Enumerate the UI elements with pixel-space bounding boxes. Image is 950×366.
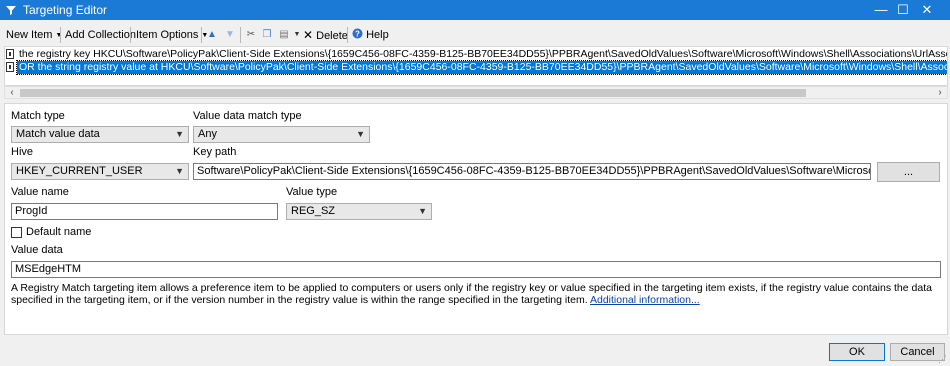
ok-button[interactable]: OK [829,343,885,361]
tree-item-selected[interactable]: OR the string registry value at HKCU\Sof… [5,60,947,75]
move-up-icon[interactable]: ▲ [206,29,218,41]
value-data-match-type-label: Value data match type [193,110,302,122]
resize-grip-icon[interactable]: ⋰ [938,354,948,364]
chevron-down-icon: ▼ [175,166,184,176]
tree-item-label: OR the string registry value at HKCU\Sof… [16,60,947,75]
item-options-label: Item Options [136,29,199,41]
scrollbar-thumb[interactable] [20,89,806,97]
additional-information-link[interactable]: Additional information... [590,294,700,306]
copy-icon[interactable]: ❐ [261,29,273,41]
toolbar-divider [347,27,348,43]
delete-button[interactable]: ✕ Delete [303,27,348,43]
value-data-match-type-value: Any [198,128,217,140]
scroll-left-icon[interactable]: ‹ [6,87,18,99]
hive-value: HKEY_CURRENT_USER [16,165,143,177]
key-path-label: Key path [193,146,237,158]
value-data-input[interactable]: MSEdgeHTM [11,261,941,278]
toolbar: New Item ▼ Add Collection Item Options ▼ ▲… [0,24,950,46]
browse-button[interactable]: ... [877,162,940,182]
scroll-right-icon[interactable]: › [934,87,946,99]
value-data-match-type-select[interactable]: Any ▼ [193,126,370,143]
toolbar-divider [60,27,61,43]
toolbar-divider [130,27,131,43]
add-collection-button[interactable]: Add Collection [65,27,136,43]
default-name-label: Default name [26,226,92,238]
cancel-button[interactable]: Cancel [890,343,945,361]
help-button[interactable]: ? Help [352,27,389,43]
horizontal-scrollbar[interactable]: ‹ › [4,86,948,99]
move-down-icon[interactable]: ▼ [224,29,236,41]
registry-item-icon [6,49,14,59]
filter-icon [6,6,16,15]
value-type-select[interactable]: REG_SZ ▼ [286,203,432,220]
chevron-down-icon: ▼ [55,32,63,39]
value-name-input[interactable]: ProgId [11,203,278,220]
cut-icon[interactable]: ✂ [245,29,257,41]
value-data-label: Value data [11,244,63,256]
default-name-checkbox[interactable] [11,227,22,238]
title-bar: Targeting Editor — ☐ ✕ [0,0,950,20]
description-text: A Registry Match targeting item allows a… [11,282,943,306]
value-name-label: Value name [11,186,69,198]
key-path-input[interactable]: Software\PolicyPak\Client-Side Extension… [193,163,871,180]
window-title: Targeting Editor [23,3,108,17]
chevron-down-icon: ▼ [175,129,184,139]
new-item-label: New Item [6,29,53,41]
value-type-value: REG_SZ [291,205,336,217]
match-type-select[interactable]: Match value data ▼ [11,126,189,143]
delete-label: Delete [316,30,348,42]
paste-icon[interactable]: ▤ [278,29,290,41]
tree-item-label: the registry key HKCU\Software\PolicyPak… [19,48,947,60]
tree-item[interactable]: the registry key HKCU\Software\PolicyPak… [5,48,947,61]
match-type-value: Match value data [16,128,100,140]
targeting-tree[interactable]: the registry key HKCU\Software\PolicyPak… [4,46,948,86]
help-label: Help [366,29,389,41]
close-button[interactable]: ✕ [904,0,950,20]
description-body: A Registry Match targeting item allows a… [11,282,932,306]
hive-select[interactable]: HKEY_CURRENT_USER ▼ [11,163,189,180]
chevron-down-icon: ▼ [356,129,365,139]
toolbar-divider [201,27,202,43]
item-options-button[interactable]: Item Options ▼ [136,27,208,43]
toolbar-divider [240,27,241,43]
properties-panel: Match type Match value data ▼ Value data… [4,103,948,335]
registry-item-icon [6,62,14,72]
match-type-label: Match type [11,110,65,122]
paste-dropdown-icon[interactable]: ▼ [291,29,303,41]
value-type-label: Value type [286,186,338,198]
chevron-down-icon: ▼ [418,206,427,216]
new-item-button[interactable]: New Item ▼ [6,27,62,43]
help-icon: ? [352,28,363,39]
hive-label: Hive [11,146,34,158]
svg-text:?: ? [355,30,360,39]
delete-icon: ✕ [303,28,314,42]
